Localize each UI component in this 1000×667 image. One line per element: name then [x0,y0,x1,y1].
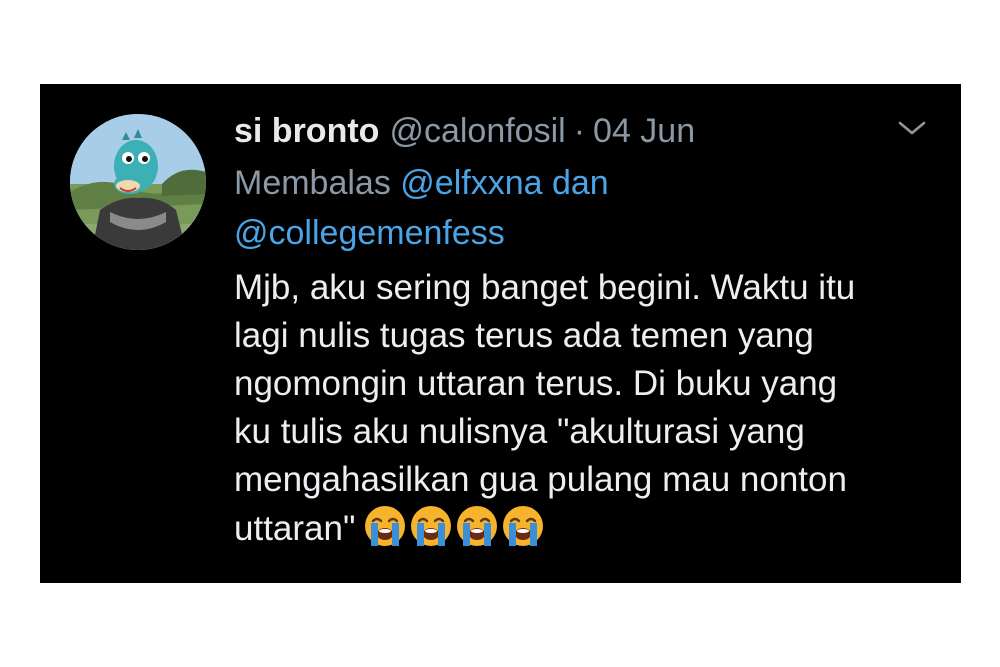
tweet-text-line: uttaran" [234,509,356,548]
chevron-down-icon[interactable] [896,118,928,138]
reply-mention-elfxxna[interactable]: @elfxxna dan [400,164,608,202]
tweet-text-line: Mjb, aku sering banget begini. Waktu itu [234,268,856,307]
tweet-text-last-line: uttaran" [234,504,934,553]
avatar-image [70,114,206,250]
user-handle[interactable]: @calonfosil [389,108,565,154]
tweet-header: si bronto @calonfosil · 04 Jun [234,108,695,154]
tweet-text-line: lagi nulis tugas terus ada temen yang [234,316,814,355]
tweet-text: Mjb, aku sering banget begini. Waktu itu… [234,264,934,553]
tweet-date[interactable]: 04 Jun [593,108,695,154]
display-name[interactable]: si bronto [234,108,379,154]
loudly-crying-face-icon [365,506,406,546]
loudly-crying-face-icon [457,506,498,546]
reply-context: Membalas @elfxxna dan @collegemenfess [234,158,874,258]
avatar[interactable] [70,114,206,250]
tweet-card[interactable]: si bronto @calonfosil · 04 Jun Membalas … [40,84,961,583]
loudly-crying-face-icon [503,506,544,546]
reply-mention-collegemenfess[interactable]: @collegemenfess [234,214,505,252]
separator-dot: · [573,112,586,150]
emoji-row [363,504,545,548]
tweet-text-line: ku tulis aku nulisnya "akulturasi yang [234,412,805,451]
tweet-text-line: mengahasilkan gua pulang mau nonton [234,460,847,499]
tweet-text-line: ngomongin uttaran terus. Di buku yang [234,364,838,403]
reply-prefix: Membalas [234,164,391,202]
loudly-crying-face-icon [411,506,452,546]
